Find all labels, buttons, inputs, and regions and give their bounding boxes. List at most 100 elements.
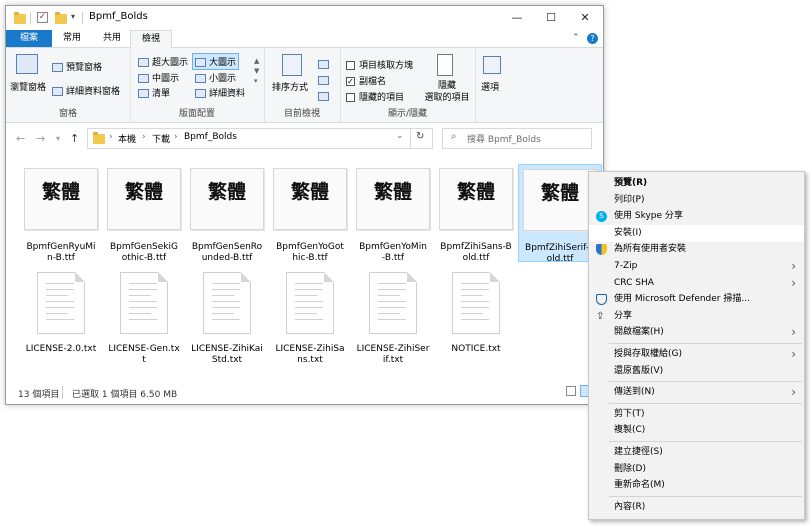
chevron-up-icon[interactable]: ⌃	[572, 33, 580, 43]
text-line	[46, 301, 74, 302]
search-input[interactable]: ⌕ 搜尋 Bpmf_Bolds	[442, 128, 592, 149]
text-file-item[interactable]: LICENSE-ZihiKai Std.txt	[186, 268, 268, 365]
breadcrumb-current[interactable]: Bpmf_Bolds	[184, 132, 237, 142]
file-name-line: BpmfGenSenRo	[191, 242, 263, 252]
group-by-icon[interactable]	[318, 60, 329, 69]
text-line	[212, 289, 240, 290]
tab-home[interactable]: 常用	[52, 30, 92, 47]
text-file-item[interactable]: LICENSE-ZihiSa ns.txt	[269, 268, 351, 365]
context-menu-item[interactable]: 重新命名(M)	[589, 477, 804, 494]
explorer-window: ✓ ▾ Bpmf_Bolds — ☐ ✕ 檔案 常用 共用 檢視 ⌃ ? 瀏覽窗…	[5, 5, 604, 405]
font-preview-icon: 繁體	[356, 168, 430, 230]
item-checkboxes-toggle[interactable]: 項目核取方塊	[346, 58, 413, 71]
refresh-icon[interactable]: ↻	[416, 131, 424, 142]
address-dropdown-icon[interactable]: ⌄	[396, 131, 404, 141]
chevron-right-icon: ›	[791, 325, 796, 340]
context-menu-item[interactable]: 使用 Microsoft Defender 掃描...	[589, 291, 804, 308]
quick-access-dropdown-icon[interactable]: ▾	[71, 12, 75, 21]
preview-pane-button[interactable]: 預覽窗格	[52, 60, 102, 73]
sort-by-button[interactable]: 排序方式	[272, 80, 308, 93]
context-menu-item[interactable]: 安裝(I)	[589, 224, 804, 242]
properties-check-icon[interactable]: ✓	[37, 12, 48, 23]
text-line	[461, 319, 489, 320]
text-line	[46, 307, 74, 308]
recent-dropdown-icon[interactable]: ▾	[56, 134, 60, 143]
hidden-items-toggle[interactable]: 隱藏的項目	[346, 90, 404, 103]
font-file-item[interactable]: 繁體 BpmfZihiSans-B old.ttf	[435, 164, 517, 263]
text-document-icon	[369, 272, 417, 334]
new-folder-icon[interactable]	[55, 12, 67, 24]
text-file-item[interactable]: LICENSE-2.0.txt	[20, 268, 102, 360]
context-menu-item[interactable]: S 使用 Skype 分享	[589, 208, 804, 225]
minimize-button[interactable]: —	[500, 6, 534, 30]
divider	[410, 129, 411, 148]
text-file-item[interactable]: LICENSE-Gen.tx t	[103, 268, 185, 365]
context-menu-item[interactable]: ⇪ 分享	[589, 308, 804, 325]
back-arrow-icon[interactable]: ←	[16, 132, 25, 145]
text-line	[46, 295, 68, 296]
text-line	[212, 313, 234, 314]
layout-scroll-icon[interactable]: ▲ ▼ ▾	[254, 56, 259, 86]
details-pane-button[interactable]: 詳細資料窗格	[52, 84, 120, 97]
text-line	[129, 319, 157, 320]
font-file-item[interactable]: 繁體 BpmfGenSenRo unded-B.ttf	[186, 164, 268, 263]
list-option[interactable]: 清單	[138, 86, 170, 99]
hide-selected-button[interactable]: 隱藏 選取的項目	[424, 80, 470, 104]
context-menu-item[interactable]: 列印(P)	[589, 192, 804, 209]
menu-separator	[609, 441, 802, 442]
title-bar: ✓ ▾ Bpmf_Bolds — ☐ ✕	[6, 6, 603, 30]
font-file-item[interactable]: 繁體 BpmfGenYoGot hic-B.ttf	[269, 164, 351, 263]
preview-pane-icon	[52, 63, 63, 72]
navigation-pane-button[interactable]: 瀏覽窗格	[10, 80, 46, 93]
close-button[interactable]: ✕	[568, 6, 602, 30]
text-file-item[interactable]: LICENSE-ZihiSer if.txt	[352, 268, 434, 365]
context-menu-item[interactable]: 刪除(D)	[589, 461, 804, 478]
context-menu-item[interactable]: 傳送到(N) ›	[589, 384, 804, 401]
small-icons-option[interactable]: 小圖示	[195, 71, 236, 84]
font-preview-glyphs: 繁體	[373, 181, 412, 203]
forward-arrow-icon[interactable]: →	[36, 132, 45, 145]
tab-view[interactable]: 檢視	[130, 30, 172, 49]
context-menu-item[interactable]: 還原舊版(V)	[589, 363, 804, 380]
font-file-item[interactable]: 繁體 BpmfGenSekiG othic-B.ttf	[103, 164, 185, 263]
address-bar[interactable]: › 本機 › 下載 › Bpmf_Bolds ⌄ ↻	[87, 128, 433, 149]
large-icons-option[interactable]: 大圖示	[192, 53, 240, 70]
context-menu-item[interactable]: 授與存取權給(G) ›	[589, 346, 804, 363]
context-menu-item[interactable]: 內容(R)	[589, 499, 804, 516]
font-file-item[interactable]: 繁體 BpmfGenYoMin -B.ttf	[352, 164, 434, 263]
tab-file[interactable]: 檔案	[6, 30, 52, 47]
navigation-pane-icon[interactable]	[16, 54, 38, 74]
shield-icon	[596, 244, 607, 256]
help-icon[interactable]: ?	[587, 33, 598, 44]
details-view-icon[interactable]	[566, 386, 576, 396]
context-menu-item[interactable]: 建立捷徑(S)	[589, 444, 804, 461]
text-file-item[interactable]: NOTICE.txt	[435, 268, 517, 360]
details-icon	[195, 89, 206, 98]
tab-share[interactable]: 共用	[92, 30, 132, 47]
font-file-item[interactable]: 繁體 BpmfGenRyuMi n-B.ttf	[20, 164, 102, 263]
group-label: 顯示/隱藏	[387, 109, 428, 119]
breadcrumb-downloads[interactable]: 下載	[152, 132, 170, 145]
medium-icons-option[interactable]: 中圖示	[138, 71, 179, 84]
file-extensions-toggle[interactable]: ✓ 副檔名	[346, 74, 386, 87]
context-menu-item[interactable]: 複製(C)	[589, 422, 804, 439]
add-columns-icon[interactable]	[318, 76, 329, 85]
checkbox-checked-icon: ✓	[346, 77, 355, 86]
context-menu-item[interactable]: CRC SHA ›	[589, 275, 804, 292]
size-columns-icon[interactable]	[318, 92, 329, 101]
maximize-button[interactable]: ☐	[534, 6, 568, 30]
extra-large-icons-option[interactable]: 超大圖示	[138, 55, 188, 68]
context-menu-item[interactable]: 為所有使用者安裝	[589, 241, 804, 258]
context-menu-item[interactable]: 開啟檔案(H) ›	[589, 324, 804, 341]
options-icon[interactable]	[483, 56, 501, 74]
context-menu-item[interactable]: 7-Zip ›	[589, 258, 804, 275]
window-title: Bpmf_Bolds	[89, 11, 148, 22]
details-option[interactable]: 詳細資料	[195, 86, 245, 99]
context-menu-item[interactable]: 預覽(R)	[589, 175, 804, 192]
up-arrow-icon[interactable]: ↑	[70, 132, 79, 145]
sort-by-icon[interactable]	[282, 54, 302, 76]
breadcrumb-this-pc[interactable]: 本機	[118, 132, 136, 145]
context-menu-item[interactable]: 剪下(T)	[589, 406, 804, 423]
hide-selected-icon[interactable]	[437, 54, 453, 76]
options-button[interactable]: 選項	[481, 80, 499, 93]
